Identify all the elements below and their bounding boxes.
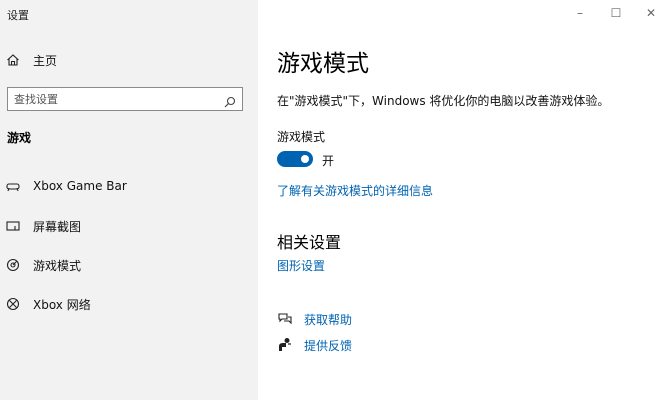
related-settings-title: 相关设置	[277, 233, 342, 252]
get-help-link[interactable]: 获取帮助	[304, 311, 352, 328]
feedback-row[interactable]: 提供反馈	[277, 336, 352, 354]
toggle-knob	[301, 155, 309, 163]
capture-icon	[6, 219, 20, 233]
page-description: 在"游戏模式"下，Windows 将优化你的电脑以改善游戏体验。	[277, 94, 610, 108]
feedback-icon	[277, 337, 293, 353]
sidebar-item-label: 屏幕截图	[33, 219, 82, 234]
sidebar-item-xbox-network[interactable]: Xbox 网络	[0, 290, 258, 318]
provide-feedback-link[interactable]: 提供反馈	[304, 337, 352, 354]
game-mode-toggle[interactable]	[277, 151, 313, 167]
sidebar-item-xbox-game-bar[interactable]: Xbox Game Bar	[0, 172, 258, 200]
sidebar-item-captures[interactable]: 屏幕截图	[0, 212, 258, 240]
minimize-button[interactable]: –	[565, 4, 595, 22]
xbox-game-bar-icon	[6, 179, 20, 193]
get-help-row[interactable]: 获取帮助	[277, 310, 352, 328]
section-title: 游戏	[7, 131, 32, 145]
graphics-settings-link[interactable]: 图形设置	[277, 257, 325, 274]
xbox-icon	[6, 297, 20, 311]
toggle-state-label: 开	[322, 154, 335, 168]
game-mode-setting-label: 游戏模式	[277, 130, 326, 144]
page-title: 游戏模式	[277, 51, 369, 77]
learn-more-link[interactable]: 了解有关游戏模式的详细信息	[277, 182, 433, 199]
sidebar-item-label: Xbox 网络	[33, 297, 91, 312]
maximize-button[interactable]: ☐	[601, 4, 631, 22]
home-icon	[6, 53, 20, 67]
sidebar-item-home[interactable]: 主页	[0, 46, 258, 74]
sidebar-item-label: 游戏模式	[33, 258, 82, 273]
search-box[interactable]	[7, 87, 243, 111]
close-button[interactable]: ✕	[636, 4, 666, 22]
search-input[interactable]	[14, 91, 214, 107]
help-chat-icon	[277, 311, 293, 327]
sidebar: 设置 主页 游戏 Xbox Game Bar 屏幕截图 游戏模式	[0, 0, 258, 400]
sidebar-item-label: 主页	[33, 53, 58, 68]
sidebar-item-label: Xbox Game Bar	[33, 179, 127, 193]
window-title: 设置	[7, 9, 29, 22]
game-mode-icon	[6, 258, 20, 272]
search-icon[interactable]	[224, 93, 236, 108]
sidebar-item-game-mode[interactable]: 游戏模式	[0, 251, 258, 279]
